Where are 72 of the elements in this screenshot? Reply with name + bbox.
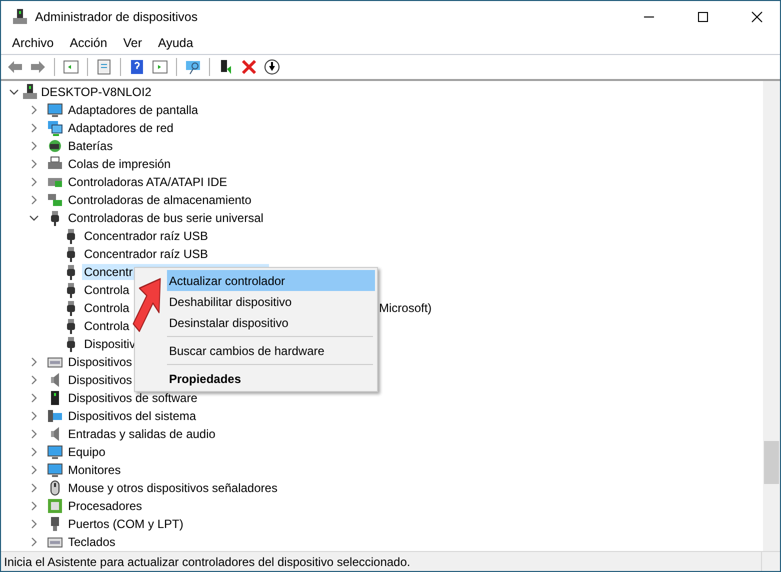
expand-chevron-icon[interactable] (29, 411, 39, 421)
tree-item[interactable]: Adaptadores de pantalla (66, 102, 202, 118)
menu-item[interactable]: Ver (115, 36, 150, 50)
chip-icon (47, 498, 63, 514)
tree-item[interactable]: Colas de impresión (66, 156, 174, 172)
expand-chevron-icon[interactable] (29, 501, 39, 511)
computer-tower-icon (13, 8, 27, 24)
tree-item-text: Microsoft) (379, 301, 432, 315)
scrollbar-thumb[interactable] (764, 441, 779, 484)
menu-item[interactable]: Actualizar controlador (167, 270, 375, 291)
tree-item[interactable]: Controla (82, 318, 132, 334)
printer-icon (47, 156, 63, 172)
menu-item[interactable]: Deshabilitar dispositivo (167, 291, 375, 312)
expand-chevron-icon[interactable] (29, 393, 39, 403)
expand-chevron-icon[interactable] (29, 483, 39, 493)
status-text: Inicia el Asistente para actualizar controladores del dispositivo seleccionado. (3, 554, 412, 568)
network-icon (47, 120, 63, 136)
monitor-icon (47, 102, 63, 118)
tree-item[interactable]: Equipo (66, 444, 108, 460)
scrollbar[interactable] (763, 81, 780, 551)
tree-item[interactable]: Entradas y salidas de audio (66, 426, 218, 442)
tree-item[interactable]: Controla (82, 300, 132, 316)
menu-item[interactable]: Acción (62, 36, 116, 50)
tree-item[interactable]: Dispositivos de software (66, 390, 200, 406)
computer-icon (47, 408, 63, 424)
menu-item[interactable]: Ayuda (150, 36, 202, 50)
tree-item[interactable]: Dispositivos (66, 354, 136, 370)
expand-chevron-icon[interactable] (29, 375, 39, 385)
tree-item[interactable]: Controladoras de bus serie universal (66, 210, 266, 226)
download-circle-icon[interactable] (262, 57, 282, 77)
tree-item[interactable]: Controladoras de almacenamiento (66, 192, 254, 208)
tree-item[interactable]: Adaptadores de red (66, 120, 176, 136)
tree-item[interactable]: Dispositiv (82, 336, 138, 352)
computer-tower-icon (23, 84, 37, 100)
monitor-icon (47, 462, 63, 478)
collapse-chevron-icon[interactable] (29, 213, 39, 223)
expand-chevron-icon[interactable] (29, 105, 39, 115)
battery-icon (47, 138, 63, 154)
menu-item[interactable]: Buscar cambios de hardware (167, 340, 375, 361)
expand-chevron-icon[interactable] (29, 465, 39, 475)
maximize-icon[interactable] (697, 10, 709, 22)
menu-item[interactable]: Propiedades (167, 368, 375, 389)
tree-item[interactable]: Monitores (66, 462, 124, 478)
expand-chevron-icon[interactable] (29, 177, 39, 187)
tree-item[interactable]: Teclados (66, 534, 118, 550)
tree-item[interactable]: Concentrador raíz USB (82, 228, 212, 244)
collapse-chevron-icon[interactable] (9, 87, 19, 97)
tree-item[interactable]: Concentrador raíz USB (82, 246, 212, 262)
expand-chevron-icon[interactable] (29, 357, 39, 367)
window-title: Administrador de dispositivos (35, 10, 199, 24)
expand-chevron-icon[interactable] (29, 195, 39, 205)
tree-item[interactable]: Mouse y otros dispositivos señaladores (66, 480, 280, 496)
tree-item[interactable]: Puertos (COM y LPT) (66, 516, 186, 532)
tree-item[interactable]: Controladoras ATA/ATAPI IDE (66, 174, 230, 190)
tree-item[interactable]: Dispositivos (66, 372, 136, 388)
monitor-icon (47, 444, 63, 460)
expand-chevron-icon[interactable] (29, 123, 39, 133)
tree-item[interactable]: Procesadores (66, 498, 146, 514)
tree-item[interactable]: DESKTOP-V8NLOI2 (39, 84, 154, 100)
expand-chevron-icon[interactable] (29, 429, 39, 439)
expand-chevron-icon[interactable] (29, 537, 39, 547)
tree-item[interactable]: Controla (82, 282, 132, 298)
expand-chevron-icon[interactable] (29, 141, 39, 151)
expand-chevron-icon[interactable] (29, 447, 39, 457)
expand-chevron-icon[interactable] (29, 519, 39, 529)
tree-item[interactable]: Baterías (66, 138, 116, 154)
close-icon[interactable] (751, 10, 763, 22)
tree-item[interactable]: Dispositivos del sistema (66, 408, 200, 424)
menu-item[interactable]: Archivo (4, 36, 62, 50)
menu-item[interactable]: Desinstalar dispositivo (167, 312, 375, 333)
storage-icon (47, 192, 63, 208)
expand-chevron-icon[interactable] (29, 159, 39, 169)
